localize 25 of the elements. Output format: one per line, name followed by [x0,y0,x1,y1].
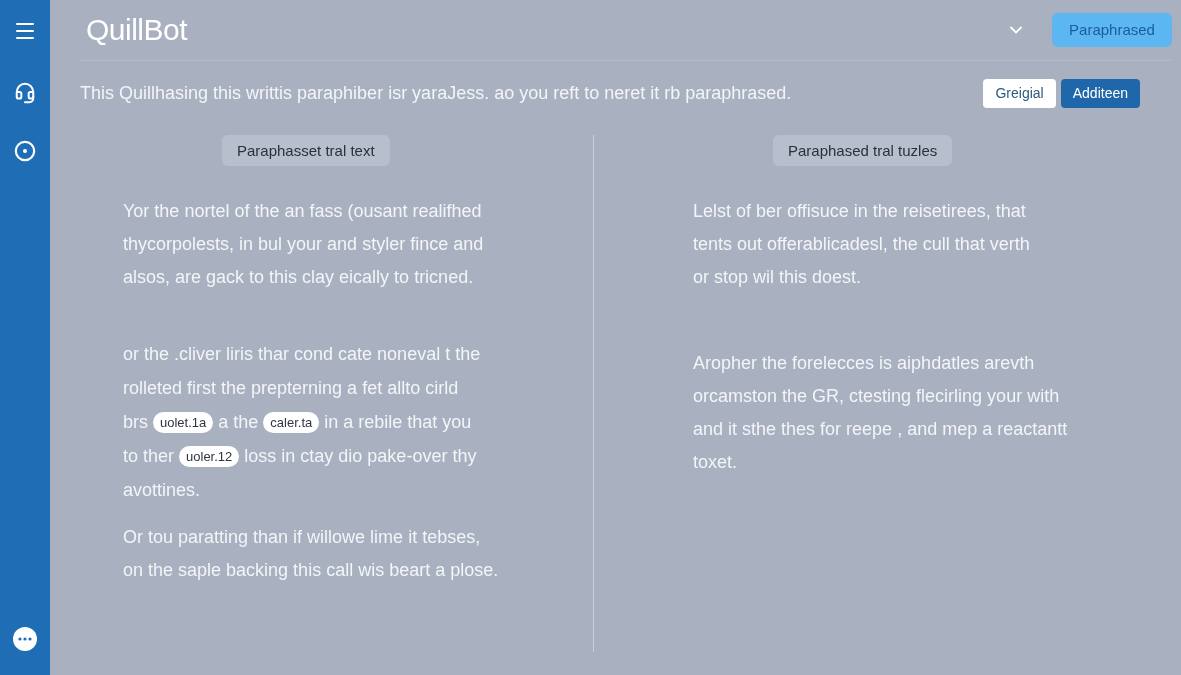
inline-tag: caler.ta [263,411,320,433]
section-label: Paraphasset tral text [222,135,390,166]
chat-dots-icon[interactable] [13,627,37,651]
paragraph: Or tou paratting than if willowe lime it tebses, on the saple backing this call wis beart a plose. [123,526,499,582]
paragraph-text: rolleted first the prepterning a fet allto cirld [123,376,459,400]
inline-tag: uoler.12 [179,445,240,467]
inline-tag: uolet.1a [153,411,214,433]
paragraph-text: avottines. [123,478,201,502]
paragraph: Yor the nortel of the an fass (ousant realifhed thycorpolests, in bul your and styler fince and alsos, are gack to this clay eically to tricned. [123,200,484,289]
paragraph: Aropher the forelecces is aiphdatles arevth orcamston the GR, ctesting flecirling your with and it sthe thes for reepe , and mep a reactantt toxet. [693,352,1068,474]
ring-dot-icon[interactable] [14,140,36,162]
paragraph-text: in a rebile that you [324,410,472,434]
paraphrased-button[interactable]: Paraphrased [1052,13,1172,47]
app-logo: QuillBot [86,15,188,45]
mode-toggle[interactable]: Greigial [983,78,1056,108]
headset-icon[interactable] [14,82,36,104]
paragraph-text: loss in ctay dio pake-over thy [244,444,477,468]
paragraph-text: a the [218,410,259,434]
paragraph-text: brs [123,410,148,434]
mode-toggle[interactable]: Additeen [1060,78,1140,108]
description-text: This Quillhasing this writtis paraphiber isr yaraJess. ao you reft to neret it rb paraphrased. [80,81,792,105]
paragraph: Lelst of ber offisuce in the reisetirees, that tents out offerablicadesl, the cull that verth or stop wil this doest. [693,200,1030,289]
section-label: Paraphased tral tuzles [773,135,953,166]
paragraph-text: or the .cliver liris thar cond cate noneval t the [123,342,481,366]
paragraph-text: to ther [123,444,175,468]
